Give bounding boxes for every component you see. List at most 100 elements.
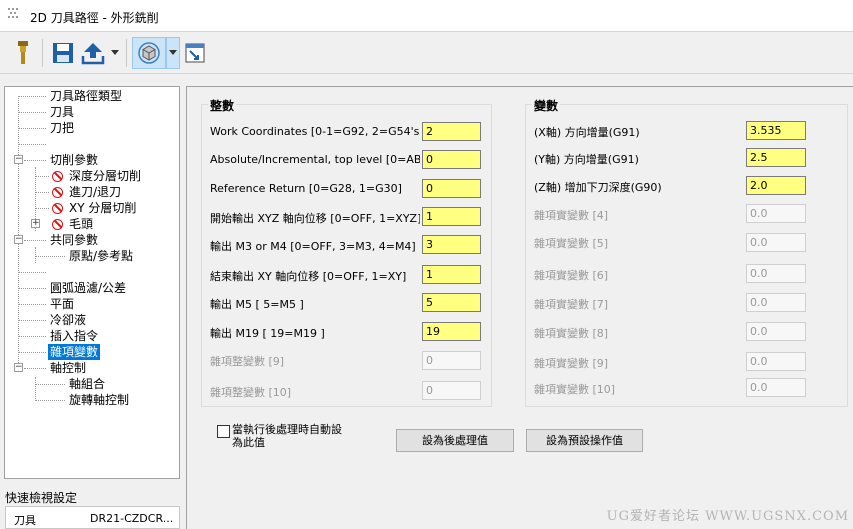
tree-connector xyxy=(18,320,46,321)
toolbar-separator xyxy=(42,39,43,67)
real-input: 0.0 xyxy=(746,204,806,223)
dropdown-arrow-icon[interactable] xyxy=(166,37,180,69)
collapse-icon[interactable]: − xyxy=(14,235,23,244)
tree-connector xyxy=(35,377,36,401)
integer-input: 0 xyxy=(422,381,481,400)
tree-item-planes[interactable]: 平面 xyxy=(50,296,74,312)
quick-view-value: DR21-CZDCR... xyxy=(90,512,174,525)
tool-icon[interactable] xyxy=(10,37,36,69)
tree-connector xyxy=(18,112,46,113)
upload-icon[interactable] xyxy=(80,37,106,69)
integer-label: Work Coordinates [0-1=G92, 2=G54's] xyxy=(210,125,420,138)
real-group-title: 變數 xyxy=(532,97,561,114)
real-label: (X軸) 方向增量(G91) xyxy=(534,126,640,139)
watermark: UG爱好者论坛 WWW.UGSNX.COM xyxy=(606,509,849,524)
integer-input[interactable]: 1 xyxy=(422,265,481,284)
real-label: (Y軸) 方向增量(G91) xyxy=(534,153,639,166)
set-default-values-button[interactable]: 設為預設操作值 xyxy=(526,429,643,452)
integer-label: Absolute/Incremental, top level [0=ABS, … xyxy=(210,153,420,166)
quick-view-title: 快速檢視設定 xyxy=(5,491,78,505)
app-icon xyxy=(8,8,20,22)
set-post-values-button[interactable]: 設為後處理值 xyxy=(396,429,514,452)
tree-connector xyxy=(18,144,46,145)
tree-item-depth-cuts[interactable]: 深度分層切削 xyxy=(69,168,141,184)
tree-connector xyxy=(35,247,36,263)
tree-item-canned-text[interactable]: 插入指令 xyxy=(50,328,98,344)
collapse-icon[interactable]: − xyxy=(14,155,23,164)
tree-connector xyxy=(35,256,65,257)
tree-connector xyxy=(24,368,46,369)
real-input[interactable]: 3.535 xyxy=(746,121,806,140)
tree-item-coolant[interactable]: 冷卻液 xyxy=(50,312,86,328)
real-label: 雜項實變數 [4] xyxy=(534,209,609,222)
real-label: 雜項實變數 [10] xyxy=(534,383,616,396)
tree-item-cut-params[interactable]: 切削參數 xyxy=(50,152,98,168)
real-input: 0.0 xyxy=(746,264,806,283)
real-input: 0.0 xyxy=(746,352,806,371)
integer-input[interactable]: 2 xyxy=(422,122,481,141)
integer-label: 雜項整變數 [10] xyxy=(210,386,292,399)
real-label: (Z軸) 增加下刀深度(G90) xyxy=(534,181,662,194)
tree-connector xyxy=(18,128,46,129)
tree-connector xyxy=(18,336,46,337)
integer-label: 結束輸出 XY 軸向位移 [0=OFF, 1=XY] xyxy=(210,270,407,283)
disabled-icon xyxy=(52,171,63,182)
tree-item-xy-cuts[interactable]: XY 分層切削 xyxy=(69,200,136,216)
real-input[interactable]: 2.0 xyxy=(746,176,806,195)
quick-view-key: 刀具 xyxy=(14,514,36,527)
tree-connector xyxy=(24,160,46,161)
real-input[interactable]: 2.5 xyxy=(746,148,806,167)
dropdown-arrow-icon[interactable] xyxy=(108,37,122,69)
tree-item-axis-control[interactable]: 軸控制 xyxy=(50,360,86,376)
auto-set-checkbox[interactable] xyxy=(217,425,230,438)
integer-input[interactable]: 0 xyxy=(422,179,481,198)
tree-connector xyxy=(35,384,65,385)
integer-input[interactable]: 3 xyxy=(422,235,481,254)
tree-connector xyxy=(18,352,46,353)
toolbar-separator xyxy=(126,39,127,67)
window-title: 2D 刀具路徑 - 外形銑削 xyxy=(30,11,159,25)
title-bar: 2D 刀具路徑 - 外形銑削 xyxy=(0,0,853,32)
tree-item-holder[interactable]: 刀把 xyxy=(50,120,74,136)
real-input: 0.0 xyxy=(746,293,806,312)
tree-item-rotary-axis[interactable]: 旋轉軸控制 xyxy=(69,392,129,408)
real-label: 雜項實變數 [8] xyxy=(534,327,609,340)
collapse-icon[interactable]: − xyxy=(14,363,23,372)
tree-item-axis-combination[interactable]: 軸組合 xyxy=(69,376,105,392)
real-label: 雜項實變數 [7] xyxy=(534,298,609,311)
quick-view-row: 刀具 DR21-CZDCR... xyxy=(5,506,180,529)
tree-connector xyxy=(35,192,49,193)
tree-item-tool[interactable]: 刀具 xyxy=(50,104,74,120)
expand-icon[interactable]: + xyxy=(31,219,40,228)
tree-connector xyxy=(35,176,49,177)
parameter-tree: 刀具路徑類型 刀具 刀把 − 切削參數 深度分層切削 進刀/退刀 XY 分層切削… xyxy=(4,86,180,479)
tree-item-linking-params[interactable]: 共同參數 xyxy=(50,232,98,248)
save-icon[interactable] xyxy=(50,37,76,69)
tree-item-tabs[interactable]: 毛頭 xyxy=(69,216,93,232)
tree-connector xyxy=(18,96,46,97)
tree-item-misc-values[interactable]: 雜項變數 xyxy=(48,344,101,360)
real-input: 0.0 xyxy=(746,322,806,341)
toolbar xyxy=(0,33,853,74)
integer-input[interactable]: 19 xyxy=(422,322,481,341)
disabled-icon xyxy=(52,219,63,230)
integer-input: 0 xyxy=(422,351,481,370)
integer-group-title: 整數 xyxy=(208,97,237,114)
disabled-icon xyxy=(52,187,63,198)
tree-item-toolpath-type[interactable]: 刀具路徑類型 xyxy=(50,88,122,104)
tree-connector xyxy=(18,272,46,273)
integer-input[interactable]: 5 xyxy=(422,293,481,312)
integer-input[interactable]: 0 xyxy=(422,150,481,169)
integer-input[interactable]: 1 xyxy=(422,207,481,226)
integer-label: 輸出 M5 [ 5=M5 ] xyxy=(210,298,304,311)
tree-connector xyxy=(35,208,49,209)
tree-item-home-ref[interactable]: 原點/參考點 xyxy=(69,248,133,264)
real-label: 雜項實變數 [9] xyxy=(534,357,609,370)
real-input: 0.0 xyxy=(746,233,806,252)
view-cube-icon[interactable] xyxy=(132,37,166,69)
window-arrow-icon[interactable] xyxy=(182,37,208,69)
tree-item-lead-in-out[interactable]: 進刀/退刀 xyxy=(69,184,121,200)
integer-label: Reference Return [0=G28, 1=G30] xyxy=(210,182,402,195)
tree-connector xyxy=(24,240,46,241)
tree-item-arc-filter[interactable]: 圓弧過濾/公差 xyxy=(50,280,126,296)
